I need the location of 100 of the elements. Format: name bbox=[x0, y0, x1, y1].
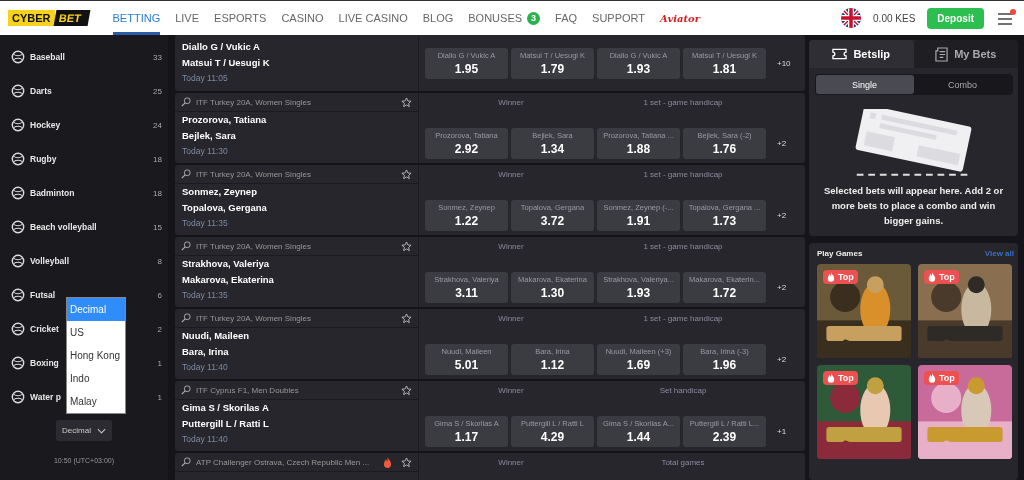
event-count: 2 bbox=[157, 324, 162, 334]
team-name[interactable]: Topalova, Gergana bbox=[175, 200, 418, 216]
brand-link[interactable]: Aviator bbox=[660, 12, 701, 24]
team-name[interactable]: Puttergill L / Ratti L bbox=[175, 416, 418, 432]
top-badge: Top bbox=[823, 270, 858, 284]
star-icon[interactable] bbox=[401, 456, 412, 468]
star-icon[interactable] bbox=[401, 168, 412, 180]
tournament-name: ITF Turkey 20A, Women Singles bbox=[196, 241, 312, 251]
menu-icon[interactable] bbox=[996, 9, 1016, 27]
more-markets-link[interactable]: +2 bbox=[777, 211, 787, 220]
market-title: 1 set - game handicap bbox=[642, 313, 724, 323]
match-time: Today 11:30 bbox=[181, 145, 229, 158]
tournament-name: ATP Challenger Ostrava, Czech Republic Men ... bbox=[196, 457, 371, 467]
star-icon[interactable] bbox=[401, 96, 412, 108]
section-title: Play Games bbox=[817, 249, 863, 258]
team-name[interactable]: Prozorova, Tatiana bbox=[175, 112, 418, 128]
ball-icon bbox=[11, 390, 25, 404]
nav-tab[interactable]: BONUSES bbox=[468, 1, 523, 35]
sport-name[interactable]: Volleyball bbox=[30, 256, 70, 266]
team-name[interactable]: Bara, Irina bbox=[175, 344, 418, 360]
dropdown-option[interactable]: Hong Kong bbox=[67, 344, 125, 367]
ball-icon bbox=[11, 322, 25, 336]
more-markets-link[interactable]: +1 bbox=[777, 427, 787, 436]
caret-icon bbox=[96, 427, 106, 434]
team-name[interactable]: Makarova, Ekaterina bbox=[175, 272, 418, 288]
empty-betslip-message: Selected bets will appear here. Add 2 or more bets to place a combo and win bigger gains. bbox=[822, 184, 1005, 228]
market-title: Winner bbox=[497, 169, 525, 179]
market-title: 1 set - game handicap bbox=[642, 241, 724, 251]
market-title: 1 set - game handicap bbox=[642, 169, 724, 179]
ball-icon bbox=[11, 254, 25, 268]
event-count: 25 bbox=[153, 86, 162, 96]
team-name[interactable]: Sonmez, Zeynep bbox=[175, 184, 418, 200]
count-badge: 3 bbox=[527, 11, 541, 25]
star-icon[interactable] bbox=[401, 312, 412, 324]
nav-tab[interactable]: BLOG bbox=[422, 1, 454, 35]
dropdown-option[interactable]: Indo bbox=[67, 367, 125, 390]
fire-icon bbox=[928, 373, 936, 383]
ball-icon bbox=[11, 220, 25, 234]
ball-icon bbox=[11, 288, 25, 302]
sport-name[interactable]: Baseball bbox=[30, 52, 65, 62]
more-markets-link[interactable]: +2 bbox=[777, 355, 787, 364]
sport-name[interactable]: Futsal bbox=[30, 290, 56, 300]
team-name[interactable]: Bejlek, Sara bbox=[175, 128, 418, 144]
nav-tab[interactable]: ESPORTS bbox=[214, 1, 267, 35]
market-title: Winner bbox=[497, 97, 525, 107]
sport-name[interactable]: Boxing bbox=[30, 358, 59, 368]
match-time: Today 11:40 bbox=[181, 433, 229, 446]
odds-format-select[interactable]: Decimal bbox=[56, 420, 112, 441]
team-name[interactable]: Matsui T / Uesugi K bbox=[175, 55, 418, 71]
ball-icon bbox=[11, 50, 25, 64]
team-name[interactable]: Strakhova, Valeriya bbox=[175, 256, 418, 272]
event-count: 24 bbox=[153, 120, 162, 130]
nav-tab[interactable]: CASINO bbox=[281, 1, 324, 35]
match-time: Today 11:40 bbox=[181, 361, 229, 374]
market-title: Winner bbox=[497, 385, 525, 395]
star-icon[interactable] bbox=[401, 240, 412, 252]
fire-icon bbox=[827, 373, 835, 383]
ball-icon bbox=[11, 356, 25, 370]
fire-icon bbox=[827, 272, 835, 282]
nav-tab[interactable]: SUPPORT bbox=[592, 1, 646, 35]
match-time: Today 11:35 bbox=[181, 289, 229, 302]
more-markets-link[interactable]: +2 bbox=[777, 139, 787, 148]
nav-tab[interactable]: FAQ bbox=[555, 1, 578, 35]
star-icon[interactable] bbox=[401, 384, 412, 396]
market-title: Winner bbox=[497, 241, 525, 251]
betslip-tab[interactable]: My Bets bbox=[913, 40, 1018, 68]
match-time: Today 11:35 bbox=[181, 217, 229, 230]
dropdown-option[interactable]: US bbox=[67, 321, 125, 344]
flag-icon[interactable] bbox=[841, 8, 862, 28]
nav-tab[interactable]: LIVE bbox=[175, 1, 200, 35]
sport-name[interactable]: Cricket bbox=[30, 324, 59, 334]
sport-name[interactable]: Rugby bbox=[30, 154, 57, 164]
top-badge: Top bbox=[924, 371, 959, 385]
ball-icon bbox=[11, 152, 25, 166]
sport-name[interactable]: Darts bbox=[30, 86, 52, 96]
event-count: 1 bbox=[157, 392, 162, 402]
sport-name[interactable]: Beach volleyball bbox=[30, 222, 97, 232]
event-count: 1 bbox=[157, 358, 162, 368]
balance: 0.00 KES bbox=[873, 12, 916, 24]
tournament-name: ITF Turkey 20A, Women Singles bbox=[196, 169, 312, 179]
tournament-name: ITF Cyprus F1, Men Doubles bbox=[196, 385, 300, 395]
betslip-tab[interactable]: Betslip bbox=[809, 40, 914, 68]
sport-name[interactable]: Hockey bbox=[30, 120, 61, 130]
bet-type-tab[interactable]: Combo bbox=[913, 75, 1012, 94]
tournament-name: ITF Turkey 20A, Women Singles bbox=[196, 313, 312, 323]
nav-tab[interactable]: LIVE CASINO bbox=[338, 1, 408, 35]
dropdown-option[interactable]: Malay bbox=[67, 390, 125, 413]
event-count: 33 bbox=[153, 52, 162, 62]
more-markets-link[interactable]: +2 bbox=[777, 283, 787, 292]
top-badge: Top bbox=[924, 270, 959, 284]
bet-type-tab[interactable]: Single bbox=[815, 75, 914, 94]
team-name[interactable]: Gima S / Skorilas A bbox=[175, 400, 418, 416]
market-title: Total games bbox=[660, 457, 706, 467]
team-name[interactable]: Nuudi, Maileen bbox=[175, 328, 418, 344]
fire-icon bbox=[928, 272, 936, 282]
team-name[interactable]: Diallo G / Vukic A bbox=[175, 39, 418, 55]
sport-name[interactable]: Badminton bbox=[30, 188, 75, 198]
receipt-icon bbox=[935, 46, 949, 62]
sport-name[interactable]: Water p bbox=[30, 392, 61, 402]
more-markets-link[interactable]: +10 bbox=[777, 58, 791, 68]
